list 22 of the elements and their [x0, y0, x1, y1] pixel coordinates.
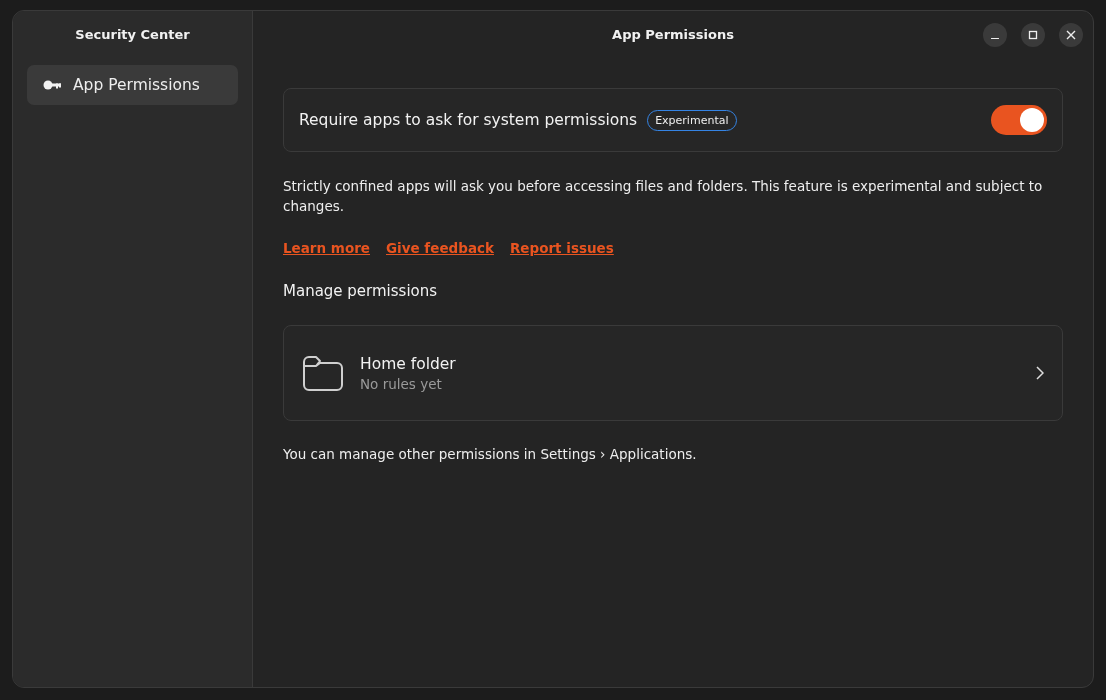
maximize-icon [1028, 30, 1038, 40]
close-button[interactable] [1059, 23, 1083, 47]
close-icon [1066, 30, 1076, 40]
link[interactable]: Report issues [509, 240, 614, 256]
window-title: App Permissions [612, 26, 734, 42]
row-subtitle: No rules yet [360, 375, 443, 392]
maximize-button[interactable] [1021, 23, 1045, 47]
folder-icon [302, 354, 344, 392]
key-icon [43, 80, 61, 90]
description-text: Strictly confined apps will ask you before accessing files and folders. This feature is experimental and subject to changes. [283, 177, 1044, 216]
footer-note: You can manage other permissions in Settings › Applications. [283, 446, 698, 462]
section-heading: Manage permissions [283, 282, 439, 300]
link[interactable]: Give feedback [386, 240, 494, 256]
permission-row[interactable]: Home folder No rules yet [283, 325, 1063, 421]
minimize-icon [991, 37, 999, 40]
sidebar-title: Security Center [74, 25, 191, 44]
permission-label: Require apps to ask for system permissions [299, 111, 638, 129]
link[interactable]: Learn more [283, 240, 370, 256]
row-title: Home folder [360, 354, 456, 373]
chevron-right-icon [1036, 366, 1044, 380]
sidebar-item[interactable]: App Permissions [27, 65, 238, 105]
toggle-switch[interactable] [991, 105, 1047, 135]
